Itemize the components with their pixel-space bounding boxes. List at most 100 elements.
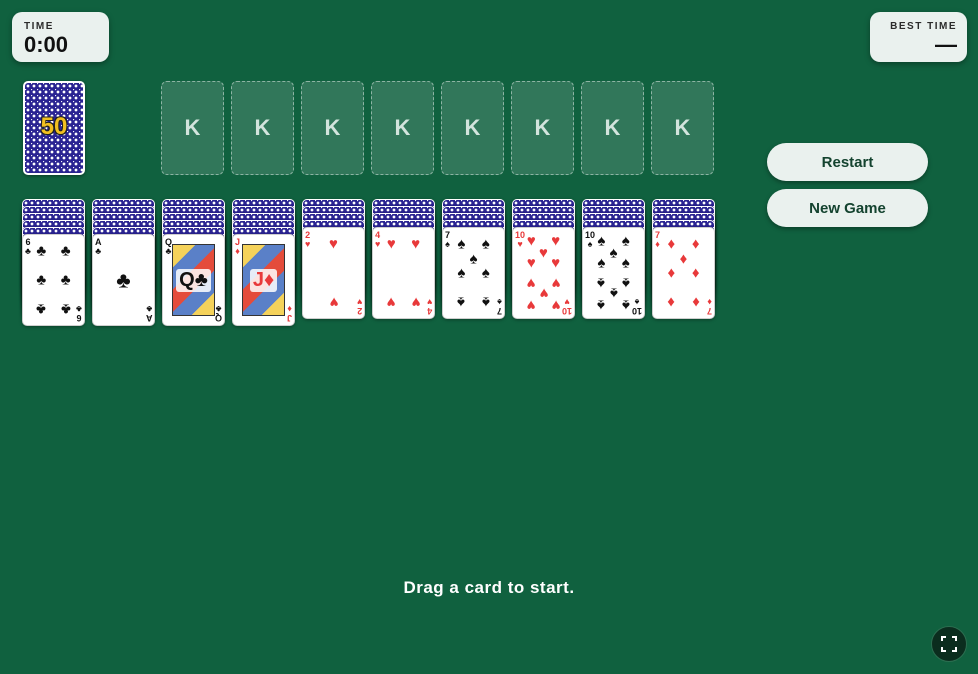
card-corner-index: 7 ♠ xyxy=(445,230,451,249)
card-corner-index: 4 ♥ xyxy=(375,230,381,249)
suit-pip: ♠ xyxy=(597,232,606,250)
suit-pip: ♠ xyxy=(481,235,490,253)
suit-pip: ♥ xyxy=(539,284,548,302)
foundation-slot[interactable]: K xyxy=(371,81,434,175)
foundation-slot[interactable]: K xyxy=(301,81,364,175)
suit-pip: ♠ xyxy=(457,235,466,253)
best-time-label: BEST TIME xyxy=(890,21,957,32)
timer-panel: TIME 0:00 xyxy=(12,12,109,62)
suit-pip: ♥ xyxy=(551,232,561,250)
restart-button[interactable]: Restart xyxy=(767,143,928,181)
suit-pip: ♠ xyxy=(481,293,490,311)
card-corner-index: 10 ♠ xyxy=(585,230,596,249)
suit-pip: ♦ xyxy=(667,235,676,253)
suit-pip: ♥ xyxy=(526,274,536,292)
suit-pip: ♦ xyxy=(691,264,700,282)
suit-pip: ♥ xyxy=(329,293,338,311)
card-corner-index: 6 ♣ xyxy=(76,304,82,323)
suit-pip: ♣ xyxy=(116,267,131,293)
suit-pip: ♣ xyxy=(36,300,47,318)
card-corner-index: 6 ♣ xyxy=(25,237,31,256)
suit-pip: ♣ xyxy=(60,300,71,318)
suit-pip: ♠ xyxy=(597,296,606,314)
court-card-art: J♦ xyxy=(242,244,285,316)
fullscreen-icon xyxy=(941,636,957,652)
playing-card[interactable]: J ♦ J ♦ J♦ xyxy=(232,234,295,326)
card-corner-index: 7 ♦ xyxy=(706,297,712,316)
suit-pip: ♥ xyxy=(526,254,536,272)
foundation-slot[interactable]: K xyxy=(511,81,574,175)
suit-pip: ♠ xyxy=(457,293,466,311)
card-corner-index: J ♦ xyxy=(235,237,241,256)
card-corner-index: 7 ♦ xyxy=(655,230,661,249)
playing-card[interactable]: 7 ♠ 7 ♠ ♠ ♠ ♠ ♠ ♠ ♠ ♠ xyxy=(442,227,505,319)
playing-card[interactable]: 6 ♣ 6 ♣ ♣ ♣ ♣ ♣ ♣ ♣ xyxy=(22,234,85,326)
suit-pip: ♥ xyxy=(551,274,561,292)
suit-pip: ♥ xyxy=(411,293,421,311)
suit-pip: ♠ xyxy=(469,250,478,268)
suit-pip: ♦ xyxy=(679,250,688,268)
timer-label: TIME xyxy=(24,21,54,32)
timer-value: 0:00 xyxy=(24,32,69,57)
card-corner-index: A ♣ xyxy=(95,237,102,256)
suit-pip: ♣ xyxy=(60,271,71,289)
suit-pip: ♣ xyxy=(36,242,47,260)
hint-text: Drag a card to start. xyxy=(403,578,575,597)
best-time-panel: BEST TIME — xyxy=(870,12,967,62)
suit-pip: ♠ xyxy=(621,254,630,272)
suit-pip: ♠ xyxy=(621,232,630,250)
suit-pip: ♥ xyxy=(386,293,396,311)
card-corner-index: 7 ♠ xyxy=(496,297,502,316)
card-corner-index: 10 ♥ xyxy=(515,230,526,249)
suit-pip: ♠ xyxy=(597,254,606,272)
suit-pip: ♠ xyxy=(609,284,618,302)
suit-pip: ♦ xyxy=(667,264,676,282)
card-corner-index: 2 ♥ xyxy=(305,230,311,249)
suit-pip: ♦ xyxy=(667,293,676,311)
suit-pip: ♥ xyxy=(386,235,396,253)
card-corner-index: A ♣ xyxy=(145,304,153,323)
playing-card[interactable]: 10 ♥ 10 ♥ ♥ ♥ ♥ ♥ ♥ ♥ ♥ ♥ ♥ ♥ xyxy=(512,227,575,319)
suit-pip: ♠ xyxy=(457,264,466,282)
suit-pip: ♣ xyxy=(36,271,47,289)
playing-card[interactable]: Q ♣ Q ♣ Q♣ xyxy=(162,234,225,326)
playing-card[interactable]: A ♣ A ♣ ♣ xyxy=(92,234,155,326)
suit-pip: ♥ xyxy=(411,235,421,253)
foundation-slot[interactable]: K xyxy=(581,81,644,175)
foundation-slot[interactable]: K xyxy=(161,81,224,175)
suit-pip: ♥ xyxy=(539,244,548,262)
foundation-slot[interactable]: K xyxy=(231,81,294,175)
court-card-art: Q♣ xyxy=(172,244,215,316)
card-corner-index: 10 ♠ xyxy=(631,297,642,316)
card-corner-index: Q ♣ xyxy=(165,237,173,256)
suit-pip: ♥ xyxy=(551,254,561,272)
stock-pile[interactable]: 50 xyxy=(23,81,85,175)
card-corner-index: 10 ♥ xyxy=(561,297,572,316)
card-corner-index: J ♦ xyxy=(286,304,292,323)
new-game-button[interactable]: New Game xyxy=(767,189,928,227)
suit-pip: ♠ xyxy=(609,244,618,262)
playing-card[interactable]: 2 ♥ 2 ♥ ♥ ♥ xyxy=(302,227,365,319)
fullscreen-button[interactable] xyxy=(931,626,967,662)
suit-pip: ♠ xyxy=(597,274,606,292)
suit-pip: ♥ xyxy=(551,296,561,314)
suit-pip: ♥ xyxy=(526,296,536,314)
suit-pip: ♣ xyxy=(60,242,71,260)
playing-card[interactable]: 7 ♦ 7 ♦ ♦ ♦ ♦ ♦ ♦ ♦ ♦ xyxy=(652,227,715,319)
suit-pip: ♥ xyxy=(329,235,338,253)
suit-pip: ♦ xyxy=(691,235,700,253)
card-corner-index: 4 ♥ xyxy=(426,297,432,316)
suit-pip: ♠ xyxy=(621,274,630,292)
suit-pip: ♥ xyxy=(526,232,536,250)
foundation-slot[interactable]: K xyxy=(441,81,504,175)
suit-pip: ♦ xyxy=(691,293,700,311)
best-time-value: — xyxy=(935,32,957,57)
playing-card[interactable]: 4 ♥ 4 ♥ ♥ ♥ ♥ ♥ xyxy=(372,227,435,319)
suit-pip: ♠ xyxy=(621,296,630,314)
stock-count: 50 xyxy=(40,113,68,140)
card-corner-index: Q ♣ xyxy=(214,304,222,323)
playing-card[interactable]: 10 ♠ 10 ♠ ♠ ♠ ♠ ♠ ♠ ♠ ♠ ♠ ♠ ♠ xyxy=(582,227,645,319)
card-corner-index: 2 ♥ xyxy=(356,297,362,316)
suit-pip: ♠ xyxy=(481,264,490,282)
foundation-slot[interactable]: K xyxy=(651,81,714,175)
